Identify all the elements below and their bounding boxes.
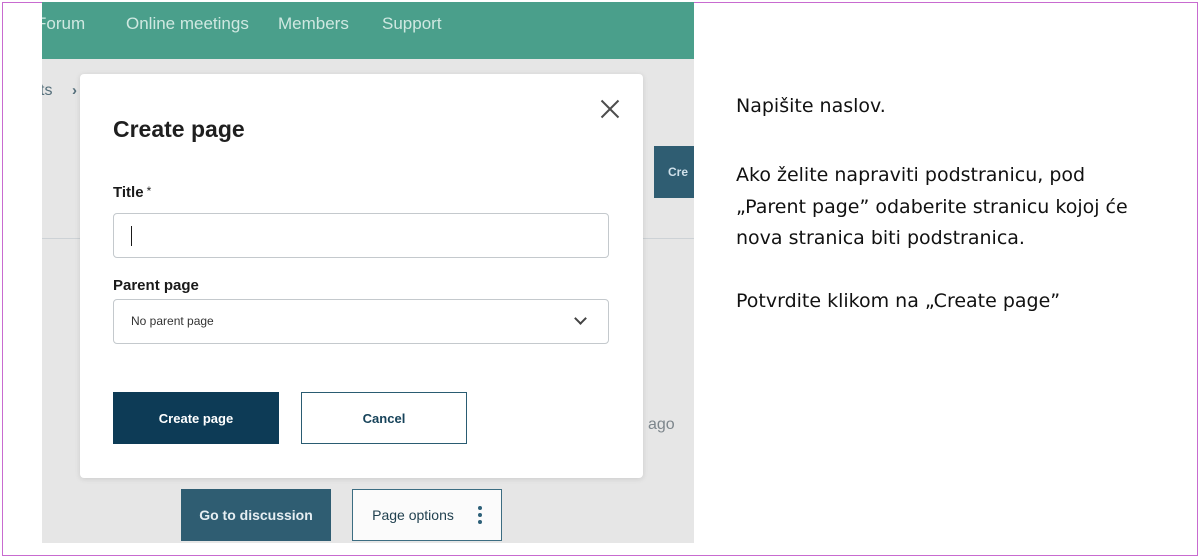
cancel-label: Cancel <box>362 410 406 426</box>
instruction-step-2-line-3: nova stranica biti podstranica. <box>736 227 1025 249</box>
cancel-button[interactable]: Cancel <box>301 392 467 444</box>
kebab-menu-icon <box>477 506 482 524</box>
background-create-button[interactable]: Cre <box>654 146 694 198</box>
instruction-step-2-line-1: Ako želite napraviti podstranicu, pod <box>736 164 1086 186</box>
nav-item-support[interactable]: Support <box>382 14 442 34</box>
top-navigation: Forum Online meetings Members Support <box>42 2 694 59</box>
breadcrumb-fragment[interactable]: ts <box>42 82 52 100</box>
page-options-label: Page options <box>372 507 454 523</box>
dialog-title: Create page <box>113 116 245 142</box>
create-page-label: Create page <box>158 410 234 426</box>
title-field-label: Title * <box>113 184 151 201</box>
create-page-button[interactable]: Create page <box>113 392 279 444</box>
nav-item-online-meetings[interactable]: Online meetings <box>126 14 249 34</box>
page-options-button[interactable]: Page options <box>352 489 502 541</box>
create-page-dialog: Create page Title * Parent page No parent… <box>80 74 643 478</box>
instruction-step-1: Napišite naslov. <box>736 95 886 117</box>
instruction-step-2-line-2: „Parent page” odaberite stranicu kojoj ć… <box>736 196 1128 218</box>
go-to-discussion-button[interactable]: Go to discussion <box>181 489 331 541</box>
title-input[interactable] <box>113 213 609 258</box>
nav-item-members[interactable]: Members <box>278 14 349 34</box>
timestamp-fragment: ago <box>648 416 675 433</box>
chevron-down-icon <box>574 312 587 325</box>
parent-page-value: No parent page <box>131 314 214 328</box>
go-to-discussion-label: Go to discussion <box>199 507 313 523</box>
breadcrumb-separator: › <box>72 82 77 99</box>
parent-page-label: Parent page <box>113 277 199 294</box>
screenshot-area: Forum Online meetings Members Support ts… <box>42 2 694 543</box>
instruction-step-3: Potvrdite klikom na „Create page” <box>736 290 1061 312</box>
required-mark: * <box>146 184 152 198</box>
close-icon[interactable] <box>599 98 621 120</box>
parent-page-select[interactable]: No parent page <box>113 299 609 344</box>
title-label-text: Title <box>113 184 144 201</box>
nav-item-forum[interactable]: Forum <box>42 14 85 34</box>
text-cursor <box>131 226 132 246</box>
